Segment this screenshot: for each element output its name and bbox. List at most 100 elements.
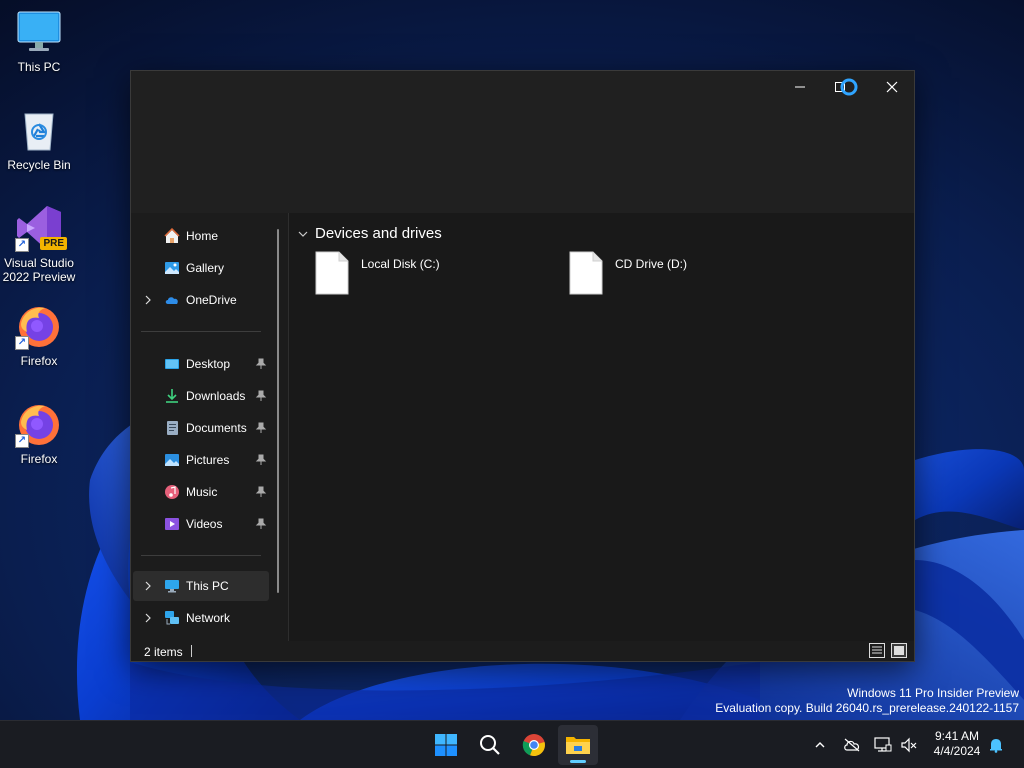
search-button[interactable] xyxy=(470,725,510,765)
nav-label: Gallery xyxy=(186,261,225,275)
taskbar-clock[interactable]: 9:41 AM 4/4/2024 xyxy=(922,729,992,759)
volume-muted-icon xyxy=(901,737,917,753)
nav-item-documents[interactable]: Documents xyxy=(133,413,269,443)
nav-item-downloads[interactable]: Downloads xyxy=(133,381,269,411)
shortcut-arrow-icon: ↗ xyxy=(15,434,29,448)
nav-label: Network xyxy=(186,611,231,625)
title-bar[interactable] xyxy=(131,71,914,213)
watermark-line-1: Windows 11 Pro Insider Preview xyxy=(847,686,1019,700)
music-icon xyxy=(165,485,179,499)
pin-icon xyxy=(255,486,267,497)
show-hidden-icons-button[interactable] xyxy=(810,735,830,755)
pin-icon xyxy=(255,390,267,401)
details-view-icon[interactable] xyxy=(869,643,885,658)
start-button[interactable] xyxy=(426,725,466,765)
drive-label: CD Drive (D:) xyxy=(615,257,687,271)
desktop-icon-label: Firefox xyxy=(20,354,58,368)
network-icon xyxy=(165,611,179,625)
shortcut-arrow-icon: ↗ xyxy=(15,238,29,252)
windows-logo-icon xyxy=(435,734,457,756)
desktop-icon-visual-studio[interactable]: PRE ↗ Visual Studio 2022 Preview xyxy=(2,204,76,284)
desktop-icon-label: Recycle Bin xyxy=(7,158,71,172)
chevron-down-icon xyxy=(298,231,308,237)
close-button[interactable] xyxy=(869,71,915,103)
shortcut-arrow-icon: ↗ xyxy=(15,336,29,350)
close-icon xyxy=(886,81,898,93)
clock-date: 4/4/2024 xyxy=(933,744,981,758)
desktop-icon-label: Visual Studio 2022 Preview xyxy=(2,256,76,284)
status-bar: 2 items xyxy=(131,641,914,661)
nav-label: Videos xyxy=(186,517,223,531)
download-icon xyxy=(166,389,178,403)
maximize-button[interactable] xyxy=(823,71,869,103)
firefox-icon: ↗ xyxy=(15,302,63,350)
nav-item-desktop[interactable]: Desktop xyxy=(133,349,269,379)
monitor-icon xyxy=(15,8,63,56)
nav-item-onedrive[interactable]: OneDrive xyxy=(133,285,269,315)
desktop-icon-label: This PC xyxy=(17,60,61,74)
nav-item-network[interactable]: Network xyxy=(133,603,269,633)
chevron-right-icon[interactable] xyxy=(143,612,153,624)
desktop-icon-label: Firefox xyxy=(20,452,58,466)
volume-tray-button[interactable] xyxy=(899,735,919,755)
firefox-icon: ↗ xyxy=(15,400,63,448)
minimize-button[interactable] xyxy=(777,71,823,103)
status-separator xyxy=(191,645,192,657)
desktop-icon-recycle-bin[interactable]: Recycle Bin xyxy=(2,106,76,172)
recycle-bin-icon xyxy=(15,106,63,154)
group-header-devices-and-drives[interactable]: Devices and drives xyxy=(297,225,442,242)
notifications-button[interactable] xyxy=(986,735,1006,755)
file-icon xyxy=(315,251,349,295)
nav-separator xyxy=(141,331,261,332)
pre-badge: PRE xyxy=(40,237,67,250)
nav-item-home[interactable]: Home xyxy=(133,221,269,251)
chevron-right-icon[interactable] xyxy=(143,580,153,592)
large-icons-view-icon[interactable] xyxy=(891,643,907,658)
minimize-icon xyxy=(795,86,805,88)
cloud-offline-icon xyxy=(844,738,860,752)
clock-time: 9:41 AM xyxy=(934,729,980,743)
desktop-icon-firefox[interactable]: ↗ Firefox xyxy=(2,302,76,368)
pin-icon xyxy=(255,422,267,433)
watermark-line-2: Evaluation copy. Build 26040.rs_prerelea… xyxy=(715,701,1019,715)
nav-label: OneDrive xyxy=(186,293,237,307)
folder-icon xyxy=(566,737,590,754)
nav-item-music[interactable]: Music xyxy=(133,477,269,507)
chrome-taskbar-button[interactable] xyxy=(514,725,554,765)
onedrive-cloud-icon xyxy=(165,297,178,304)
desktop-icon-this-pc[interactable]: This PC xyxy=(2,8,76,74)
gallery-icon xyxy=(165,262,179,274)
nav-item-gallery[interactable]: Gallery xyxy=(133,253,269,283)
pin-icon xyxy=(255,518,267,529)
desktop-icon-firefox[interactable]: ↗ Firefox xyxy=(2,400,76,466)
home-icon xyxy=(164,228,180,243)
network-wired-icon xyxy=(874,737,892,752)
desktop-folder-icon xyxy=(165,359,179,369)
drive-tile-cd-drive-d[interactable]: CD Drive (D:) xyxy=(569,251,769,299)
nav-item-videos[interactable]: Videos xyxy=(133,509,269,539)
navigation-pane: Home Gallery OneDrive Desktop Downloads … xyxy=(131,213,289,633)
file-explorer-taskbar-button[interactable] xyxy=(558,725,598,765)
taskbar: 9:41 AM 4/4/2024 xyxy=(0,720,1024,768)
monitor-icon xyxy=(165,580,179,593)
group-title: Devices and drives xyxy=(315,225,442,242)
nav-item-this-pc[interactable]: This PC xyxy=(133,571,269,601)
search-icon xyxy=(480,735,500,755)
chevron-right-icon[interactable] xyxy=(143,294,153,306)
bell-icon xyxy=(990,739,1002,753)
file-icon xyxy=(569,251,603,295)
nav-label: Home xyxy=(186,229,219,243)
pin-icon xyxy=(255,358,267,369)
network-tray-button[interactable] xyxy=(873,735,893,755)
drive-tile-local-disk-c[interactable]: Local Disk (C:) xyxy=(315,251,515,299)
nav-item-pictures[interactable]: Pictures xyxy=(133,445,269,475)
item-count: 2 items xyxy=(144,645,183,659)
nav-scrollbar[interactable] xyxy=(277,229,279,593)
drive-label: Local Disk (C:) xyxy=(361,257,440,271)
visual-studio-icon: PRE ↗ xyxy=(15,204,67,252)
nav-label: Desktop xyxy=(186,357,231,371)
onedrive-tray-button[interactable] xyxy=(842,735,862,755)
nav-label: Downloads xyxy=(186,389,246,403)
file-explorer-window: Home Gallery OneDrive Desktop Downloads … xyxy=(130,70,915,662)
pin-icon xyxy=(255,454,267,465)
